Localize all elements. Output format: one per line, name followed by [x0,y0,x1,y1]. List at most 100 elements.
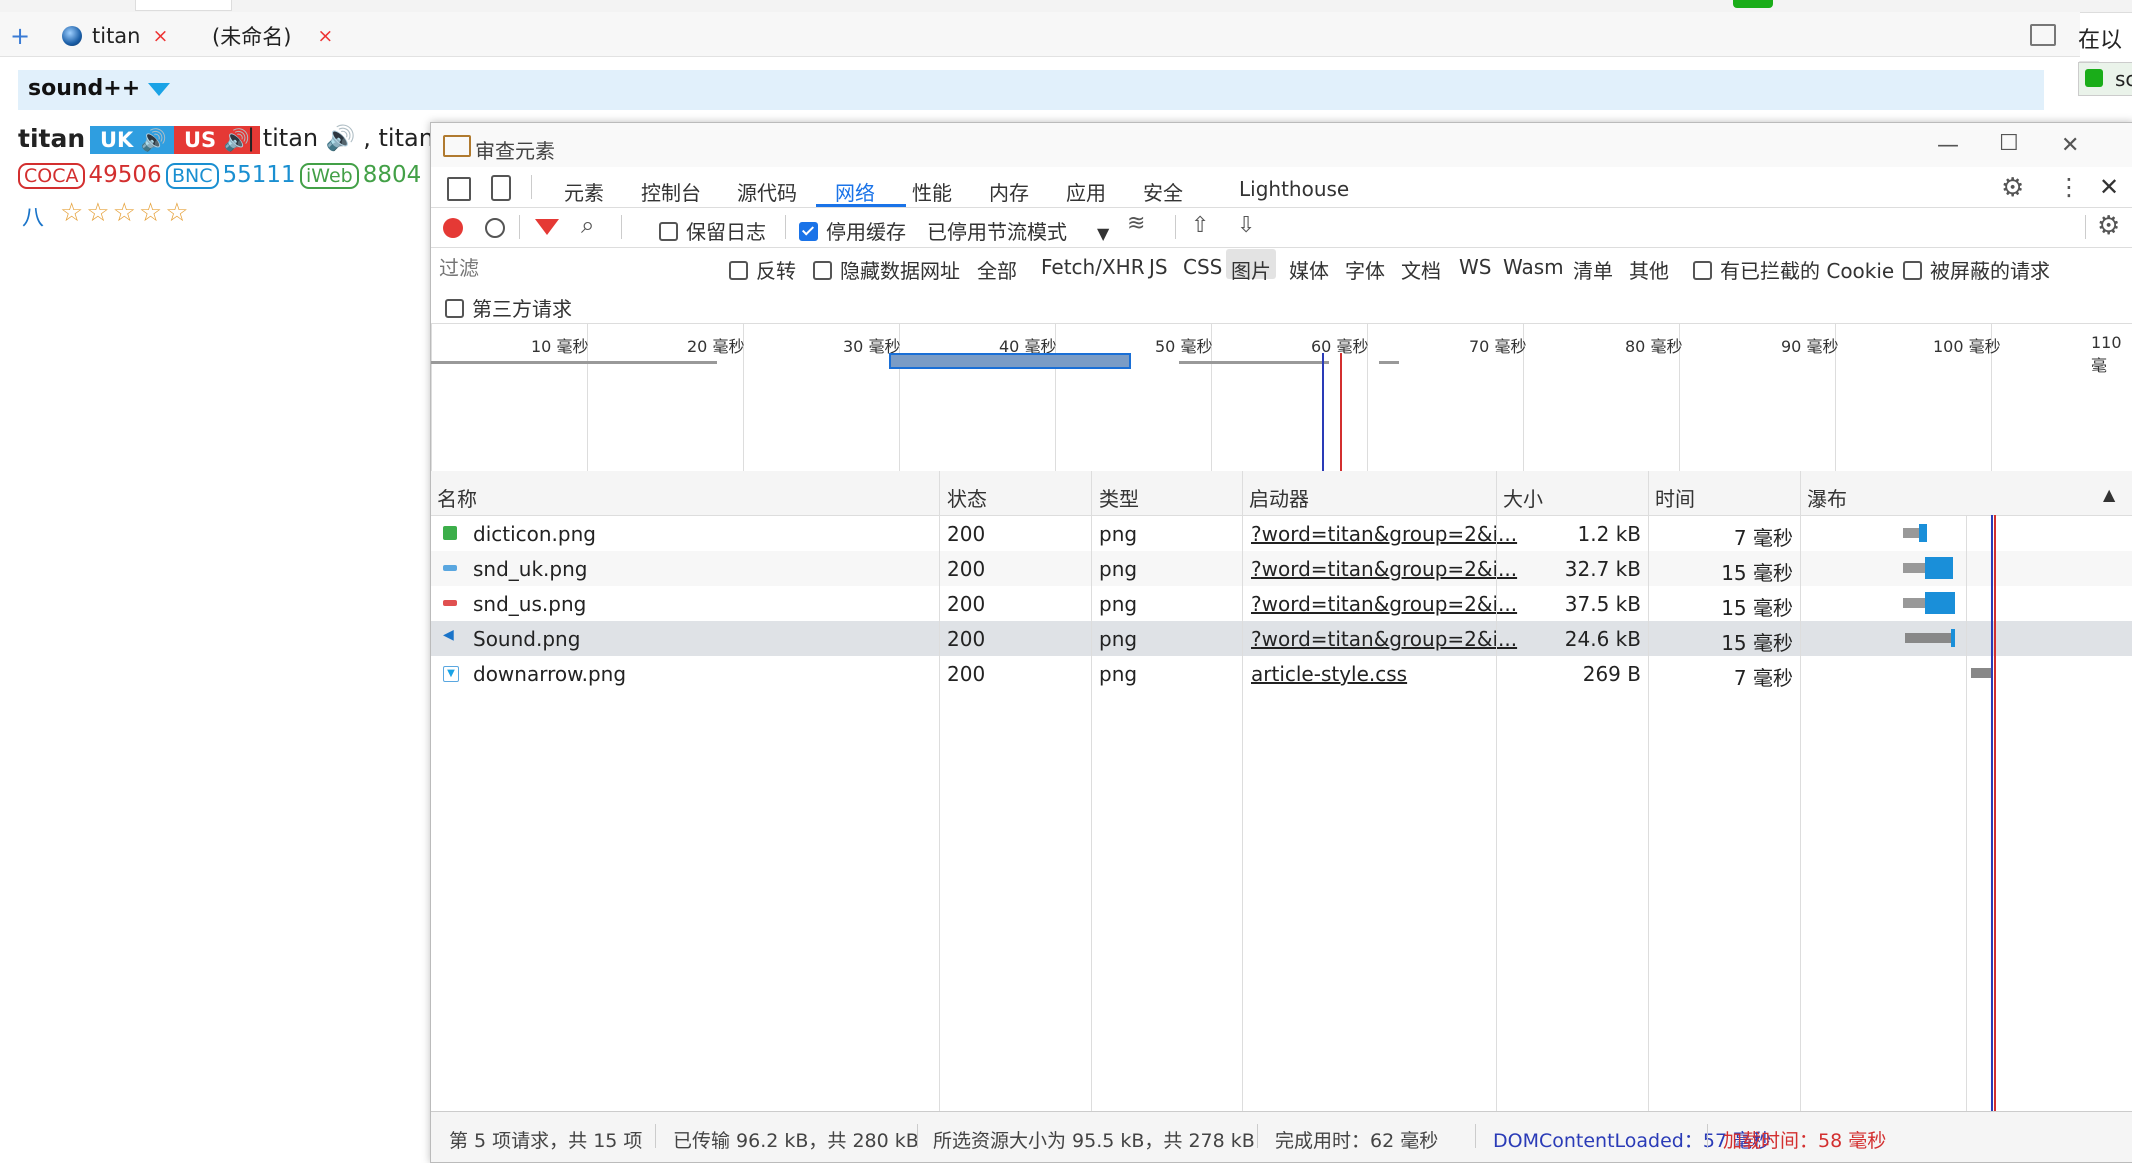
close-icon[interactable]: × [317,25,333,47]
filter-input[interactable] [437,253,711,283]
type-manifest[interactable]: 清单 [1573,255,1613,284]
table-row[interactable]: ◀ Sound.png 200 png ?word=titan&group=2&… [431,621,2132,656]
tick-label: 50 毫秒 [1155,337,1213,356]
device-toggle-icon[interactable] [491,175,511,201]
blocked-cookies-checkbox[interactable]: 有已拦截的 Cookie [1693,255,1894,284]
row-initiator[interactable]: ?word=titan&group=2&i... [1251,557,1517,581]
close-devtools-icon[interactable]: ✕ [2099,173,2119,201]
row-initiator[interactable]: ?word=titan&group=2&i... [1251,522,1517,546]
col-initiator[interactable]: 启动器 [1249,483,1309,512]
row-size: 269 B [1582,662,1641,686]
tab-console[interactable]: 控制台 [641,177,701,206]
tab-lighthouse[interactable]: Lighthouse [1239,177,1349,201]
dictionary-header [18,70,2044,110]
divider [655,1124,656,1148]
tab-titan[interactable]: titan × [62,18,168,54]
tab-sources[interactable]: 源代码 [737,177,797,206]
import-har-icon[interactable]: ⇧ [1191,213,1209,238]
row-initiator[interactable]: ?word=titan&group=2&i... [1251,592,1517,616]
col-time[interactable]: 时间 [1655,483,1695,512]
type-img[interactable]: 图片 [1231,255,1271,284]
dropdown-icon[interactable] [148,82,171,96]
hide-data-urls-checkbox[interactable]: 隐藏数据网址 [813,255,960,284]
tab-label: titan [92,24,141,48]
checkbox-icon [799,222,818,241]
throttle-select[interactable]: 已停用节流模式 ▼ [927,216,1109,245]
address-fragment[interactable] [135,0,232,11]
preserve-log-checkbox[interactable]: 保留日志 [659,216,766,245]
row-size: 24.6 kB [1564,627,1641,651]
row-type: png [1099,522,1138,546]
row-initiator[interactable]: article-style.css [1251,662,1407,686]
tab-elements[interactable]: 元素 [564,177,604,206]
type-font[interactable]: 字体 [1345,255,1385,284]
record-icon[interactable] [443,218,463,238]
pane-toggle-icon[interactable] [2030,24,2056,46]
sort-up-icon[interactable]: ▲ [2103,485,2115,504]
search-icon[interactable]: ⌕ [581,211,594,239]
export-har-icon[interactable]: ⇩ [1237,213,1255,238]
row-name: dicticon.png [473,522,596,546]
type-all[interactable]: 全部 [977,255,1017,284]
new-tab-button[interactable]: + [10,22,30,50]
row-status: 200 [947,662,986,686]
dcl-marker [1322,353,1324,471]
type-wasm[interactable]: Wasm [1503,255,1564,279]
blocked-requests-label: 被屏蔽的请求 [1930,259,2050,283]
col-name[interactable]: 名称 [437,483,477,512]
network-settings-icon[interactable]: ⚙ [2097,211,2120,241]
right-pane-tile[interactable]: sc [2078,62,2132,96]
table-row[interactable]: snd_uk.png 200 png ?word=titan&group=2&i… [431,551,2132,586]
disable-cache-checkbox[interactable]: 停用缓存 [799,216,906,245]
row-initiator[interactable]: ?word=titan&group=2&i... [1251,627,1517,651]
type-other[interactable]: 其他 [1629,255,1669,284]
third-party-checkbox[interactable]: 第三方请求 [445,293,572,322]
close-icon[interactable]: × [152,25,168,47]
divider [1707,1124,1708,1148]
type-css[interactable]: CSS [1183,255,1222,279]
tab-network[interactable]: 网络 [835,177,875,206]
type-js[interactable]: JS [1149,255,1168,279]
status-transferred: 已传输 96.2 kB，共 280 kB [673,1130,919,1152]
preserve-log-label: 保留日志 [686,220,766,244]
network-conditions-icon[interactable]: ≋ [1127,211,1145,236]
close-window-button[interactable]: ✕ [2061,133,2079,158]
word-forms[interactable]: | titan 🔊 , titans [247,124,446,152]
tab-performance[interactable]: 性能 [912,177,952,206]
tab-memory[interactable]: 内存 [989,177,1029,206]
col-type[interactable]: 类型 [1099,483,1139,512]
tab-untitled[interactable]: (未命名) × [212,18,333,54]
maximize-button[interactable]: ☐ [1999,131,2019,156]
minimize-button[interactable]: — [1937,133,1959,158]
col-size[interactable]: 大小 [1503,483,1543,512]
tick-label: 100 毫秒 [1933,337,2001,356]
timeline-overview[interactable]: 10 毫秒 20 毫秒 30 毫秒 40 毫秒 50 毫秒 60 毫秒 70 毫… [431,323,2132,472]
tab-application[interactable]: 应用 [1066,177,1106,206]
uk-pronounce-button[interactable]: UK 🔊 [90,126,177,154]
table-row[interactable]: dicticon.png 200 png ?word=titan&group=2… [431,516,2132,551]
filter-icon[interactable] [535,219,559,235]
type-doc[interactable]: 文档 [1401,255,1441,284]
col-waterfall[interactable]: 瀑布 [1807,483,1847,512]
column-divider [1648,471,1649,1111]
inspect-icon[interactable] [447,177,471,201]
more-icon[interactable]: ⋮ [2057,173,2081,201]
tick-label: 90 毫秒 [1781,337,1839,356]
tick-label: 10 毫秒 [531,337,589,356]
type-ws[interactable]: WS [1459,255,1491,279]
network-toolbar: ⌕ 保留日志 停用缓存 已停用节流模式 ▼ ≋ ⇧ ⇩ ⚙ [431,207,2132,248]
table-row[interactable]: snd_us.png 200 png ?word=titan&group=2&i… [431,586,2132,621]
row-time: 15 毫秒 [1721,631,1793,655]
dictionary-name[interactable]: sound++ [28,76,171,101]
type-fetch-xhr[interactable]: Fetch/XHR [1041,255,1145,279]
tick-label: 110 毫 [2091,333,2122,375]
table-row[interactable]: ▼ downarrow.png 200 png article-style.cs… [431,656,2132,691]
blocked-requests-checkbox[interactable]: 被屏蔽的请求 [1903,255,2050,284]
blocked-cookies-label: 有已拦截的 Cookie [1720,259,1895,283]
tab-security[interactable]: 安全 [1143,177,1183,206]
col-status[interactable]: 状态 [947,483,987,512]
type-media[interactable]: 媒体 [1289,255,1329,284]
settings-icon[interactable]: ⚙ [2001,173,2024,203]
invert-checkbox[interactable]: 反转 [729,255,796,284]
clear-icon[interactable] [485,218,505,238]
